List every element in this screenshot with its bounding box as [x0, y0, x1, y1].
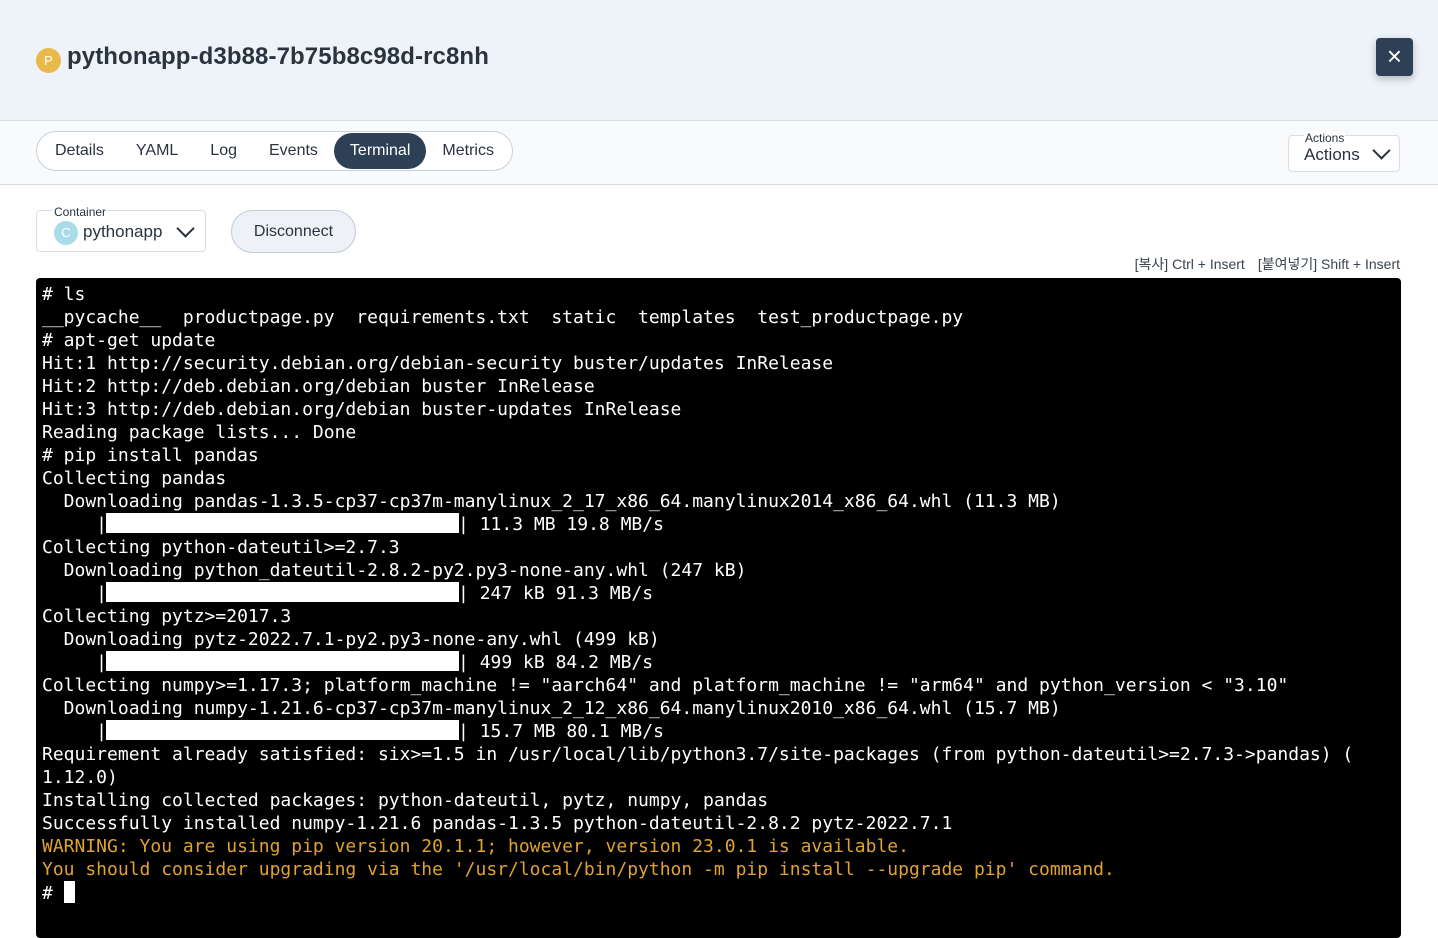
progress-suffix: | 11.3 MB 19.8 MB/s: [458, 514, 664, 535]
container-badge: C: [54, 221, 78, 245]
terminal-line: Requirement already satisfied: six>=1.5 …: [42, 744, 1354, 765]
progress-prefix: |: [42, 721, 108, 742]
progress-bar: [106, 582, 460, 602]
terminal-line: #: [42, 881, 1395, 904]
progress-prefix: |: [42, 652, 108, 673]
terminal-line: You should consider upgrading via the '/…: [42, 859, 1115, 880]
clipboard-hints: [복사] Ctrl + Insert [붙여넣기] Shift + Insert: [1135, 254, 1400, 274]
terminal-line: # ls: [42, 284, 86, 305]
tab-log[interactable]: Log: [194, 133, 253, 169]
terminal-line: Reading package lists... Done: [42, 422, 357, 443]
terminal-line: Successfully installed numpy-1.21.6 pand…: [42, 813, 953, 834]
terminal-line: Collecting pandas: [42, 468, 227, 489]
terminal-line: | | 499 kB 84.2 MB/s: [42, 651, 1395, 674]
terminal-prompt: #: [42, 883, 64, 904]
terminal-line: Hit:1 http://security.debian.org/debian-…: [42, 353, 834, 374]
actions-value: Actions: [1304, 145, 1360, 164]
terminal-line: | | 11.3 MB 19.8 MB/s: [42, 513, 1395, 536]
terminal-line: Downloading pytz-2022.7.1-py2.py3-none-a…: [42, 629, 660, 650]
terminal-line: WARNING: You are using pip version 20.1.…: [42, 836, 909, 857]
progress-prefix: |: [42, 583, 108, 604]
close-icon: ×: [1386, 41, 1403, 71]
terminal-line: # apt-get update: [42, 330, 216, 351]
terminal-line: __pycache__ productpage.py requirements.…: [42, 307, 964, 328]
progress-suffix: | 15.7 MB 80.1 MB/s: [458, 721, 664, 742]
progress-bar: [106, 513, 460, 533]
actions-label: Actions: [1304, 131, 1346, 145]
terminal-line: 1.12.0): [42, 767, 118, 788]
terminal-line: | | 15.7 MB 80.1 MB/s: [42, 720, 1395, 743]
terminal[interactable]: # ls __pycache__ productpage.py requireme…: [36, 278, 1401, 938]
tab-group: Details YAML Log Events Terminal Metrics: [36, 131, 513, 171]
progress-suffix: | 247 kB 91.3 MB/s: [458, 583, 654, 604]
terminal-line: Collecting numpy>=1.17.3; platform_machi…: [42, 675, 1289, 696]
terminal-cursor: [63, 881, 75, 903]
progress-prefix: |: [42, 514, 108, 535]
terminal-line: Hit:2 http://deb.debian.org/debian buste…: [42, 376, 595, 397]
actions-dropdown[interactable]: Actions Actions: [1288, 131, 1400, 172]
tab-events[interactable]: Events: [253, 133, 334, 169]
tab-terminal[interactable]: Terminal: [333, 133, 427, 169]
terminal-line: Downloading python_dateutil-2.8.2-py2.py…: [42, 560, 747, 581]
pod-type-badge: P: [36, 48, 61, 73]
close-button[interactable]: ×: [1376, 38, 1413, 76]
terminal-line: Installing collected packages: python-da…: [42, 790, 769, 811]
copy-hint: [복사] Ctrl + Insert: [1134, 256, 1245, 272]
progress-bar: [106, 720, 460, 740]
terminal-line: Collecting python-dateutil>=2.7.3: [42, 537, 400, 558]
tab-bar: Details YAML Log Events Terminal Metrics Acti…: [0, 121, 1438, 185]
terminal-line: | | 247 kB 91.3 MB/s: [42, 582, 1395, 605]
chevron-down-icon: [1372, 141, 1391, 160]
terminal-line: Downloading pandas-1.3.5-cp37-cp37m-many…: [42, 491, 1061, 512]
container-select[interactable]: Container C pythonapp: [36, 205, 206, 252]
container-value: pythonapp: [83, 222, 163, 241]
terminal-line: Downloading numpy-1.21.6-cp37-cp37m-many…: [42, 698, 1061, 719]
progress-suffix: | 499 kB 84.2 MB/s: [458, 652, 654, 673]
paste-hint: [붙여넣기] Shift + Insert: [1257, 256, 1400, 272]
terminal-line: # pip install pandas: [42, 445, 259, 466]
progress-bar: [106, 651, 460, 671]
container-label: Container: [52, 205, 109, 219]
terminal-line: Collecting pytz>=2017.3: [42, 606, 292, 627]
tab-details[interactable]: Details: [39, 133, 120, 169]
chevron-down-icon: [176, 219, 195, 238]
tab-yaml[interactable]: YAML: [120, 133, 194, 169]
tab-metrics[interactable]: Metrics: [426, 133, 510, 169]
terminal-line: Hit:3 http://deb.debian.org/debian buste…: [42, 399, 682, 420]
disconnect-button[interactable]: Disconnect: [231, 210, 356, 253]
pod-title: pythonapp-d3b88-7b75b8c98d-rc8nh: [67, 43, 489, 70]
pod-header: P pythonapp-d3b88-7b75b8c98d-rc8nh ×: [0, 0, 1438, 121]
